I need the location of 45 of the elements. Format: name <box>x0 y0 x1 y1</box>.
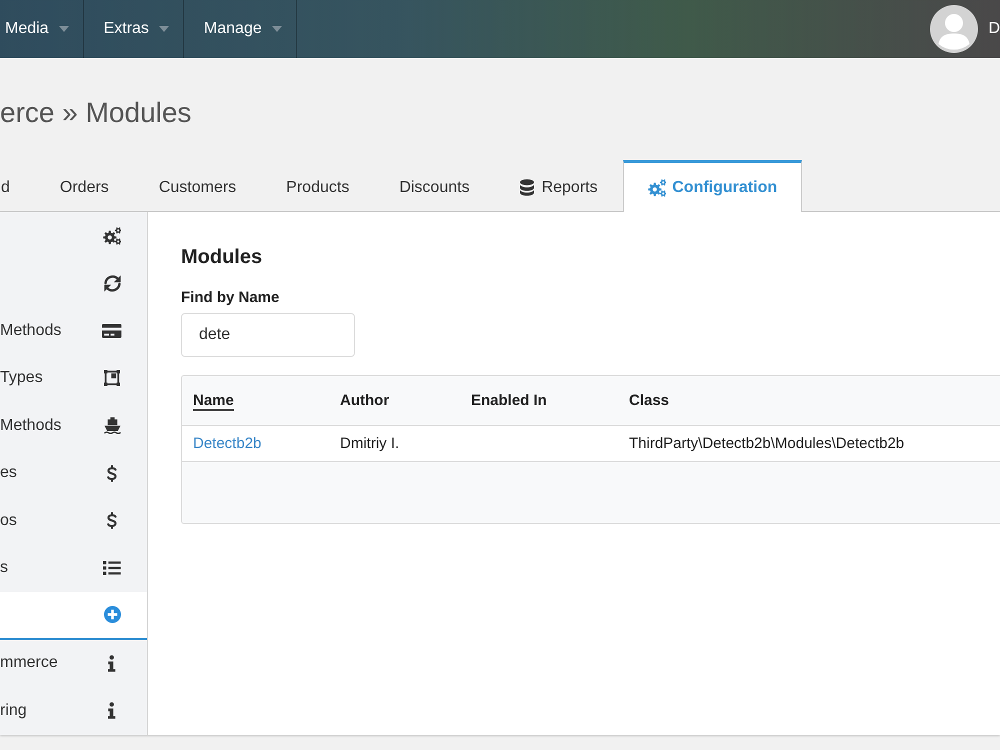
column-header[interactable]: Name <box>193 392 234 410</box>
field-label: Find by Name <box>181 289 280 307</box>
avatar-icon[interactable] <box>930 5 978 53</box>
column-header[interactable]: Enabled In <box>471 392 547 410</box>
tab[interactable]: Discounts <box>374 160 495 212</box>
sidebar-item[interactable]: es <box>0 450 147 497</box>
sidebar-item[interactable]: Methods <box>0 402 147 450</box>
module-link[interactable]: Detectb2b <box>193 435 262 452</box>
search-field[interactable]: dete <box>181 313 355 357</box>
gears-icon <box>102 226 122 245</box>
ship-icon <box>104 417 120 434</box>
section-title: Modules <box>181 245 264 269</box>
user-name[interactable]: D <box>988 20 1000 38</box>
sidebar-item[interactable] <box>0 592 147 640</box>
nav-menu-button[interactable]: Media <box>0 0 84 58</box>
sidebar-item[interactable]: mmerce <box>0 640 147 687</box>
gears-icon <box>648 178 666 196</box>
info-icon <box>108 654 116 672</box>
nav-menu-button[interactable]: Manage <box>184 0 297 58</box>
credit-card-icon <box>102 324 122 338</box>
caret-icon <box>158 26 169 32</box>
caret-icon <box>272 26 282 32</box>
sidebar-item[interactable]: os <box>0 497 147 544</box>
dollar-icon <box>107 464 117 482</box>
tab[interactable]: Reports <box>494 160 623 212</box>
sidebar-item[interactable]: ring <box>0 687 147 734</box>
tab[interactable]: Products <box>261 160 374 212</box>
refresh-icon <box>104 274 120 292</box>
column-header[interactable]: Author <box>340 392 390 410</box>
tab[interactable]: Customers <box>134 160 262 212</box>
dollar-icon <box>107 512 117 530</box>
tab[interactable]: Orders <box>34 160 134 212</box>
sidebar-item[interactable]: Methods <box>0 307 147 354</box>
info-icon <box>108 702 116 720</box>
table-cell: Dmitriy I. <box>340 435 400 452</box>
page-title: erce » Modules <box>0 97 192 128</box>
sidebar-item[interactable]: Types <box>0 354 147 402</box>
list-icon <box>103 561 121 576</box>
table-cell: ThirdParty\Detectb2b\Modules\Detectb2b <box>629 435 904 452</box>
caret-icon <box>58 26 69 32</box>
column-header[interactable]: Class <box>629 392 670 410</box>
tab[interactable]: d <box>0 160 35 212</box>
nav-menu-button[interactable]: Extras <box>84 0 184 58</box>
database-icon <box>520 179 534 196</box>
sidebar-item[interactable]: s <box>0 544 147 592</box>
